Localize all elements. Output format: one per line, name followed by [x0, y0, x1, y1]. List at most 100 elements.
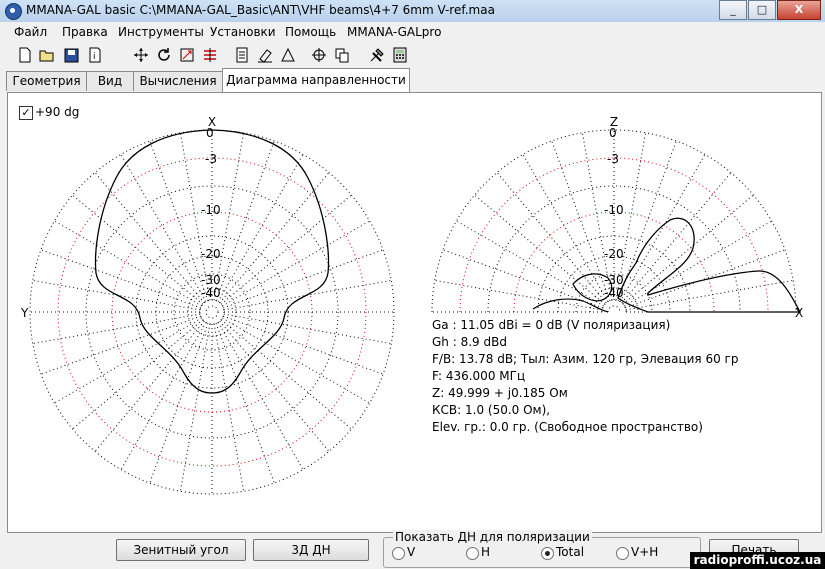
grid-spoke: [217, 154, 304, 302]
3d-pattern-button[interactable]: 3Д ДН: [253, 539, 369, 561]
calculator-icon[interactable]: [391, 46, 409, 64]
info-gain-dbd: Gh : 8.9 dBd: [432, 335, 507, 349]
radio-v-plus-h[interactable]: [616, 547, 629, 560]
wires-icon[interactable]: [201, 46, 219, 64]
grid-spoke: [54, 317, 202, 404]
polarization-group-title: Показать ДН для поляризации: [393, 530, 592, 544]
h-ring-label-40: -40: [201, 286, 221, 300]
grid-ring: [111, 211, 313, 413]
grid-spoke: [120, 322, 207, 470]
grid-ring: [199, 299, 225, 325]
grid-spoke: [222, 317, 370, 404]
radio-v[interactable]: [392, 547, 405, 560]
svg-text:i: i: [93, 52, 96, 62]
menu-file[interactable]: Файл: [14, 25, 47, 39]
title-bar: MMANA-GAL basic C:\MMANA-GAL_Basic\ANT\V…: [0, 0, 825, 23]
menu-bar: Файл Правка Инструменты Установки Помощь…: [0, 22, 825, 42]
grid-spoke: [40, 315, 201, 375]
grid-spoke: [223, 249, 384, 309]
grid-spoke: [54, 220, 202, 307]
info-swr: КСВ: 1.0 (50.0 Ом),: [432, 403, 551, 417]
v-ring-label-3: -3: [607, 152, 619, 166]
polar-plots: X Y Z X 0 -3 -10 -20 -30 -40 0 -3 -10 -2…: [20, 115, 803, 495]
watermark: radioproffi.ucoz.ua: [690, 552, 825, 569]
tools-icon[interactable]: [368, 46, 386, 64]
h-ring-label-30: -30: [201, 273, 221, 287]
radio-v-label: V: [407, 545, 416, 559]
radio-total[interactable]: [541, 547, 554, 560]
grid-spoke: [120, 154, 207, 302]
grid-spoke: [456, 220, 604, 307]
grid-ring: [205, 305, 219, 319]
target-icon[interactable]: [310, 46, 328, 64]
close-button[interactable]: X: [777, 0, 821, 20]
grid-spoke: [219, 320, 330, 452]
grid-spoke: [215, 140, 275, 301]
grid-spoke: [72, 194, 204, 305]
zenith-angle-button[interactable]: Зенитный угол: [116, 539, 246, 561]
h-ring-label-20: -20: [201, 247, 221, 261]
triangle-icon[interactable]: [279, 46, 297, 64]
h-side-label: Y: [20, 306, 29, 320]
grid-spoke: [434, 279, 603, 311]
grid-spoke: [217, 322, 304, 470]
move-icon[interactable]: [132, 46, 150, 64]
minimize-button[interactable]: _: [719, 0, 747, 20]
menu-tools[interactable]: Инструменты: [118, 25, 204, 39]
scale-icon[interactable]: [178, 46, 196, 64]
grid-spoke: [551, 140, 611, 301]
info-icon[interactable]: i: [86, 46, 104, 64]
page-icon[interactable]: [233, 46, 251, 64]
h-ring-label-0: 0: [206, 126, 214, 140]
v-ring-label-10: -10: [604, 203, 624, 217]
tab-geometry[interactable]: Геометрия: [6, 71, 87, 91]
h-ring-label-3: -3: [205, 152, 217, 166]
eraser-icon[interactable]: [256, 46, 274, 64]
grid-spoke: [496, 172, 607, 304]
rotate-icon[interactable]: [155, 46, 173, 64]
grid-spoke: [223, 313, 392, 345]
grid-spoke: [94, 320, 205, 452]
menu-settings[interactable]: Установки: [210, 25, 276, 39]
copy-icon[interactable]: [333, 46, 351, 64]
radio-h[interactable]: [466, 547, 479, 560]
v-ring-label-0: 0: [609, 126, 617, 140]
toolbar: i: [0, 43, 825, 67]
info-frequency: F: 436.000 МГц: [432, 369, 526, 383]
grid-spoke: [621, 172, 732, 304]
grid-spoke: [474, 194, 606, 305]
tab-radiation-pattern[interactable]: Диаграмма направленности: [222, 68, 410, 92]
save-icon[interactable]: [62, 46, 80, 64]
grid-spoke: [522, 154, 609, 302]
info-elevation: Elev. гр.: 0.0 гр. (Свободное пространст…: [432, 420, 703, 434]
grid-spoke: [624, 220, 772, 307]
grid-spoke: [149, 323, 209, 484]
menu-edit[interactable]: Правка: [62, 25, 108, 39]
tab-calculations[interactable]: Вычисления: [133, 71, 223, 91]
tab-strip: Геометрия Вид Вычисления Диаграмма напра…: [0, 68, 825, 92]
menu-help[interactable]: Помощь: [285, 25, 336, 39]
info-impedance: Z: 49.999 + j0.185 Ом: [432, 386, 568, 400]
grid-spoke: [149, 140, 209, 301]
new-file-icon[interactable]: [16, 46, 34, 64]
info-gain-dbi: Ga : 11.05 dBi = 0 dB (V поляризация): [432, 318, 671, 332]
pattern-panel: ✓ +90 dg X Y Z X 0 -3 -10 -20 -30 -40 0 …: [7, 92, 822, 533]
radio-v-plus-h-label: V+H: [631, 545, 659, 559]
maximize-button[interactable]: □: [748, 0, 776, 20]
menu-pro[interactable]: MMANA-GALpro: [347, 25, 441, 39]
open-folder-icon[interactable]: [38, 46, 56, 64]
v-ring-label-40: -40: [604, 286, 624, 300]
grid-spoke: [220, 194, 352, 305]
h-ring-label-10: -10: [201, 203, 221, 217]
radio-h-label: H: [481, 545, 491, 559]
v-side-label: X: [795, 306, 803, 320]
grid-spoke: [625, 249, 786, 309]
tab-view[interactable]: Вид: [86, 71, 134, 91]
grid-spoke: [215, 323, 275, 484]
horizontal-polar-plot: [29, 129, 395, 495]
grid-ring: [29, 129, 395, 495]
grid-ring: [607, 305, 621, 313]
info-front-back: F/B: 13.78 dB; Тыл: Азим. 120 гр, Элевац…: [432, 352, 739, 366]
grid-spoke: [223, 315, 384, 375]
horizontal-pattern-trace: [94, 129, 330, 394]
